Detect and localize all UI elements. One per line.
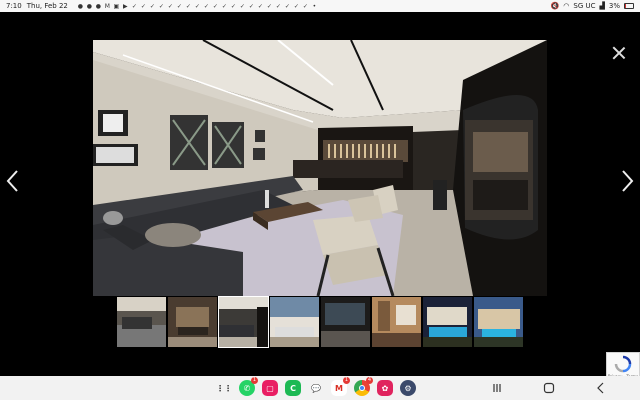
status-time: 7:10 (6, 2, 22, 10)
carrier-label: SG UC (573, 2, 596, 10)
check-notification-icon: ✓ (248, 2, 254, 10)
check-notification-icon: ✓ (140, 2, 146, 10)
close-icon[interactable] (612, 46, 626, 60)
thumbnail-4[interactable] (270, 297, 319, 347)
chevron-left-icon (6, 170, 18, 192)
battery-percent: 3% (608, 2, 620, 10)
photo-notification-icon: ▣ (113, 2, 120, 10)
thumbnail-8[interactable] (474, 297, 523, 347)
chat-notification-icon: ● (95, 2, 101, 10)
home-button[interactable] (542, 381, 556, 395)
whatsapp-icon[interactable]: ✆ 1 (239, 377, 258, 396)
main-photo (93, 40, 547, 296)
check-notification-icon: ✓ (257, 2, 263, 10)
apps-grid-icon[interactable]: ⋮⋮ (216, 380, 232, 396)
android-nav-bar: ⋮⋮ ✆ 1 ▢ C 💬 M1 4 ✿ ⚙ (0, 376, 640, 400)
check-notification-icon: ✓ (221, 2, 227, 10)
check-notification-icon: ✓ (167, 2, 173, 10)
check-notification-icon: ✓ (131, 2, 137, 10)
whatsapp-notification-icon: ● (77, 2, 83, 10)
mute-icon: 🔇 (550, 2, 560, 10)
status-date: Thu, Feb 22 (26, 2, 68, 10)
battery-icon (624, 3, 634, 9)
check-notification-icon: ✓ (194, 2, 200, 10)
gmail-icon[interactable]: M1 (331, 377, 350, 396)
check-notification-icon: ✓ (149, 2, 155, 10)
check-notification-icon: ✓ (230, 2, 236, 10)
check-notification-icon: ✓ (275, 2, 281, 10)
check-notification-icon: ✓ (176, 2, 182, 10)
check-notification-icon: ✓ (293, 2, 299, 10)
thumbnail-strip (117, 296, 523, 348)
chevron-right-icon (622, 170, 634, 192)
living-room-photo (93, 40, 547, 296)
check-notification-icon: ✓ (212, 2, 218, 10)
recent-apps-icon (493, 384, 501, 392)
recaptcha-icon (614, 355, 632, 373)
back-button[interactable] (594, 381, 608, 395)
check-notification-icon: ✓ (266, 2, 272, 10)
previous-photo-button[interactable] (3, 168, 23, 194)
thumbnail-2[interactable] (168, 297, 217, 347)
app-pink-icon[interactable]: ▢ (262, 380, 278, 396)
youtube-notification-icon: ▶ (123, 2, 128, 10)
check-notification-icon: ✓ (302, 2, 308, 10)
notification-icons: ● ● ● M ▣ ▶ ✓ ✓ ✓ ✓ ✓ ✓ ✓ ✓ ✓ ✓ ✓ ✓ ✓ ✓ … (77, 3, 318, 10)
thumbnail-5[interactable] (321, 297, 370, 347)
wifi-icon: ◠ (563, 2, 570, 10)
check-notification-icon: ✓ (203, 2, 209, 10)
check-notification-icon: ✓ (284, 2, 290, 10)
next-photo-button[interactable] (617, 168, 637, 194)
check-notification-icon: ✓ (158, 2, 164, 10)
back-icon (597, 382, 604, 394)
signal-icon: ▟ (599, 2, 605, 10)
thumbnail-6[interactable] (372, 297, 421, 347)
messenger-notification-icon: ● (86, 2, 92, 10)
settings-icon[interactable]: ⚙ (400, 380, 416, 396)
app-flower-icon[interactable]: ✿ (377, 380, 393, 396)
messages-icon[interactable]: 💬 (308, 380, 324, 396)
recent-apps-button[interactable] (490, 381, 504, 395)
app-dock: ⋮⋮ ✆ 1 ▢ C 💬 M1 4 ✿ ⚙ (216, 377, 416, 396)
thumbnail-3[interactable] (218, 296, 269, 348)
thumbnail-7[interactable] (423, 297, 472, 347)
home-icon (543, 382, 555, 394)
photo-lightbox: Privacy - Terms (0, 12, 640, 384)
app-green-icon[interactable]: C (285, 380, 301, 396)
thumbnail-1[interactable] (117, 297, 166, 347)
gmail-notification-icon: M (104, 2, 110, 10)
status-bar: 7:10 Thu, Feb 22 ● ● ● M ▣ ▶ ✓ ✓ ✓ ✓ ✓ ✓… (0, 0, 640, 12)
more-notifications-icon: • (312, 2, 317, 10)
check-notification-icon: ✓ (239, 2, 245, 10)
chrome-icon[interactable]: 4 (354, 377, 373, 396)
system-navigation (490, 381, 608, 395)
check-notification-icon: ✓ (185, 2, 191, 10)
